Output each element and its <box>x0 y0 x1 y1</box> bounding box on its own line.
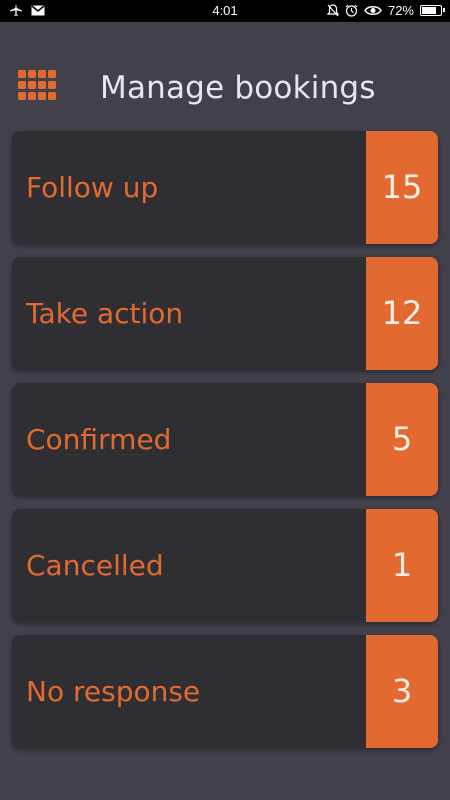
booking-card-confirmed[interactable]: Confirmed 5 <box>12 383 438 496</box>
booking-label: Cancelled <box>26 549 164 582</box>
booking-card-follow-up[interactable]: Follow up 15 <box>12 131 438 244</box>
silent-icon <box>326 4 339 17</box>
booking-card-cancelled[interactable]: Cancelled 1 <box>12 509 438 622</box>
battery-icon <box>420 5 445 16</box>
bookings-list: Follow up 15 Take action 12 Confirmed 5 … <box>12 131 438 761</box>
booking-count-badge: 1 <box>366 509 438 622</box>
battery-fill <box>422 7 437 14</box>
status-right-icons: 72% <box>326 3 445 18</box>
booking-count-badge: 3 <box>366 635 438 748</box>
booking-label: Confirmed <box>26 423 172 456</box>
alarm-icon <box>345 4 358 17</box>
status-bar: 4:01 72% <box>0 0 450 22</box>
eye-icon <box>364 5 382 16</box>
booking-count-badge: 12 <box>366 257 438 370</box>
page-title: Manage bookings <box>100 70 376 106</box>
booking-card-take-action[interactable]: Take action 12 <box>12 257 438 370</box>
booking-card-no-response[interactable]: No response 3 <box>12 635 438 748</box>
booking-label: Take action <box>26 297 184 330</box>
booking-count-badge: 5 <box>366 383 438 496</box>
grid-menu-icon[interactable] <box>18 70 56 100</box>
booking-label: Follow up <box>26 171 159 204</box>
battery-percent: 72% <box>387 3 414 18</box>
booking-count-badge: 15 <box>366 131 438 244</box>
header: Manage bookings <box>0 22 450 124</box>
booking-label: No response <box>26 675 201 708</box>
